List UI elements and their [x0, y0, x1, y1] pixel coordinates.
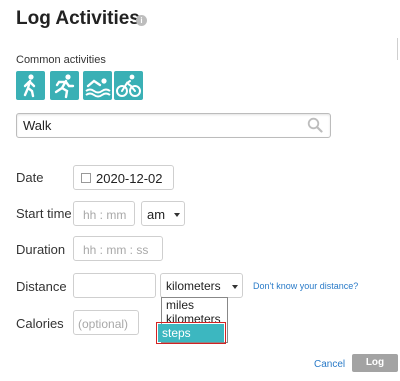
distance-help-link[interactable]: Don't know your distance? — [253, 281, 358, 291]
ampm-select[interactable]: am — [141, 201, 185, 226]
running-icon — [54, 74, 75, 99]
search-icon[interactable] — [307, 117, 323, 133]
log-button[interactable]: Log — [352, 354, 398, 372]
start-time-label: Start time — [16, 206, 72, 221]
activity-run-button[interactable] — [50, 71, 79, 100]
unit-option-miles[interactable]: miles — [166, 298, 194, 312]
page-title: Log Activities — [16, 8, 140, 29]
ampm-value: am — [147, 207, 166, 222]
calories-input[interactable]: (optional) — [73, 310, 139, 335]
info-icon[interactable]: i — [136, 15, 147, 26]
duration-placeholder: hh : mm : ss — [83, 243, 149, 257]
date-label: Date — [16, 170, 44, 185]
cancel-button[interactable]: Cancel — [314, 359, 345, 370]
unit-option-steps-highlight[interactable]: steps — [156, 322, 226, 344]
start-time-placeholder: hh : mm — [83, 208, 127, 222]
walking-icon — [23, 74, 36, 98]
cycling-icon — [116, 74, 141, 97]
chevron-down-icon — [232, 285, 238, 289]
activity-search-input[interactable]: Walk — [16, 113, 331, 138]
start-time-input[interactable]: hh : mm — [73, 201, 135, 226]
distance-unit-value: kilometers — [166, 279, 221, 293]
unit-option-steps[interactable]: steps — [158, 324, 224, 342]
search-value: Walk — [23, 118, 52, 133]
distance-input[interactable] — [73, 273, 156, 298]
duration-input[interactable]: hh : mm : ss — [73, 236, 163, 261]
date-value: 2020-12-02 — [96, 171, 163, 186]
activity-walk-button[interactable] — [16, 71, 45, 100]
activity-bike-button[interactable] — [114, 71, 143, 100]
distance-unit-select[interactable]: kilometers — [160, 273, 243, 298]
calories-placeholder: (optional) — [78, 317, 129, 331]
date-input[interactable]: 2020-12-02 — [73, 165, 174, 190]
duration-label: Duration — [16, 242, 66, 257]
activity-swim-button[interactable] — [83, 71, 112, 100]
distance-label: Distance — [16, 279, 67, 294]
common-activities-label: Common activities — [16, 54, 106, 66]
swimming-icon — [85, 78, 111, 98]
chevron-down-icon — [174, 213, 180, 217]
unit-option-steps-label: steps — [162, 326, 191, 340]
calories-label: Calories — [16, 316, 64, 331]
calendar-icon — [81, 173, 91, 183]
